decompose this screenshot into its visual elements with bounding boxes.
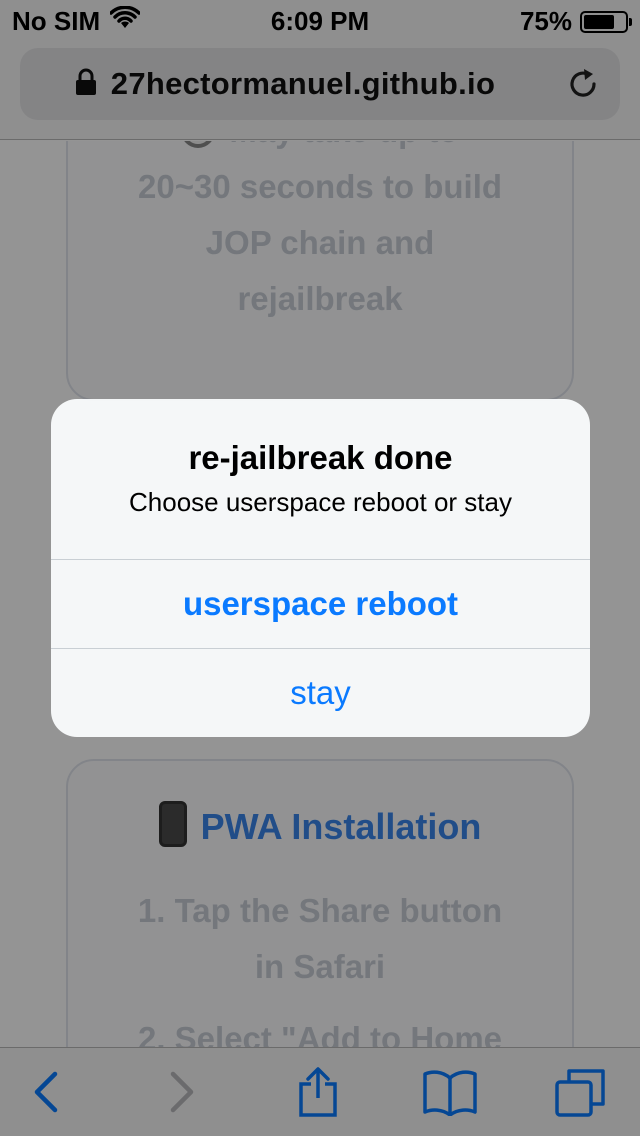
userspace-reboot-button[interactable]: userspace reboot bbox=[51, 559, 590, 648]
alert-header: re-jailbreak done Choose userspace reboo… bbox=[51, 399, 590, 559]
alert-message: Choose userspace reboot or stay bbox=[129, 487, 512, 517]
alert-dialog: re-jailbreak done Choose userspace reboo… bbox=[51, 399, 590, 737]
stay-button[interactable]: stay bbox=[51, 648, 590, 737]
alert-title: re-jailbreak done bbox=[188, 439, 453, 476]
